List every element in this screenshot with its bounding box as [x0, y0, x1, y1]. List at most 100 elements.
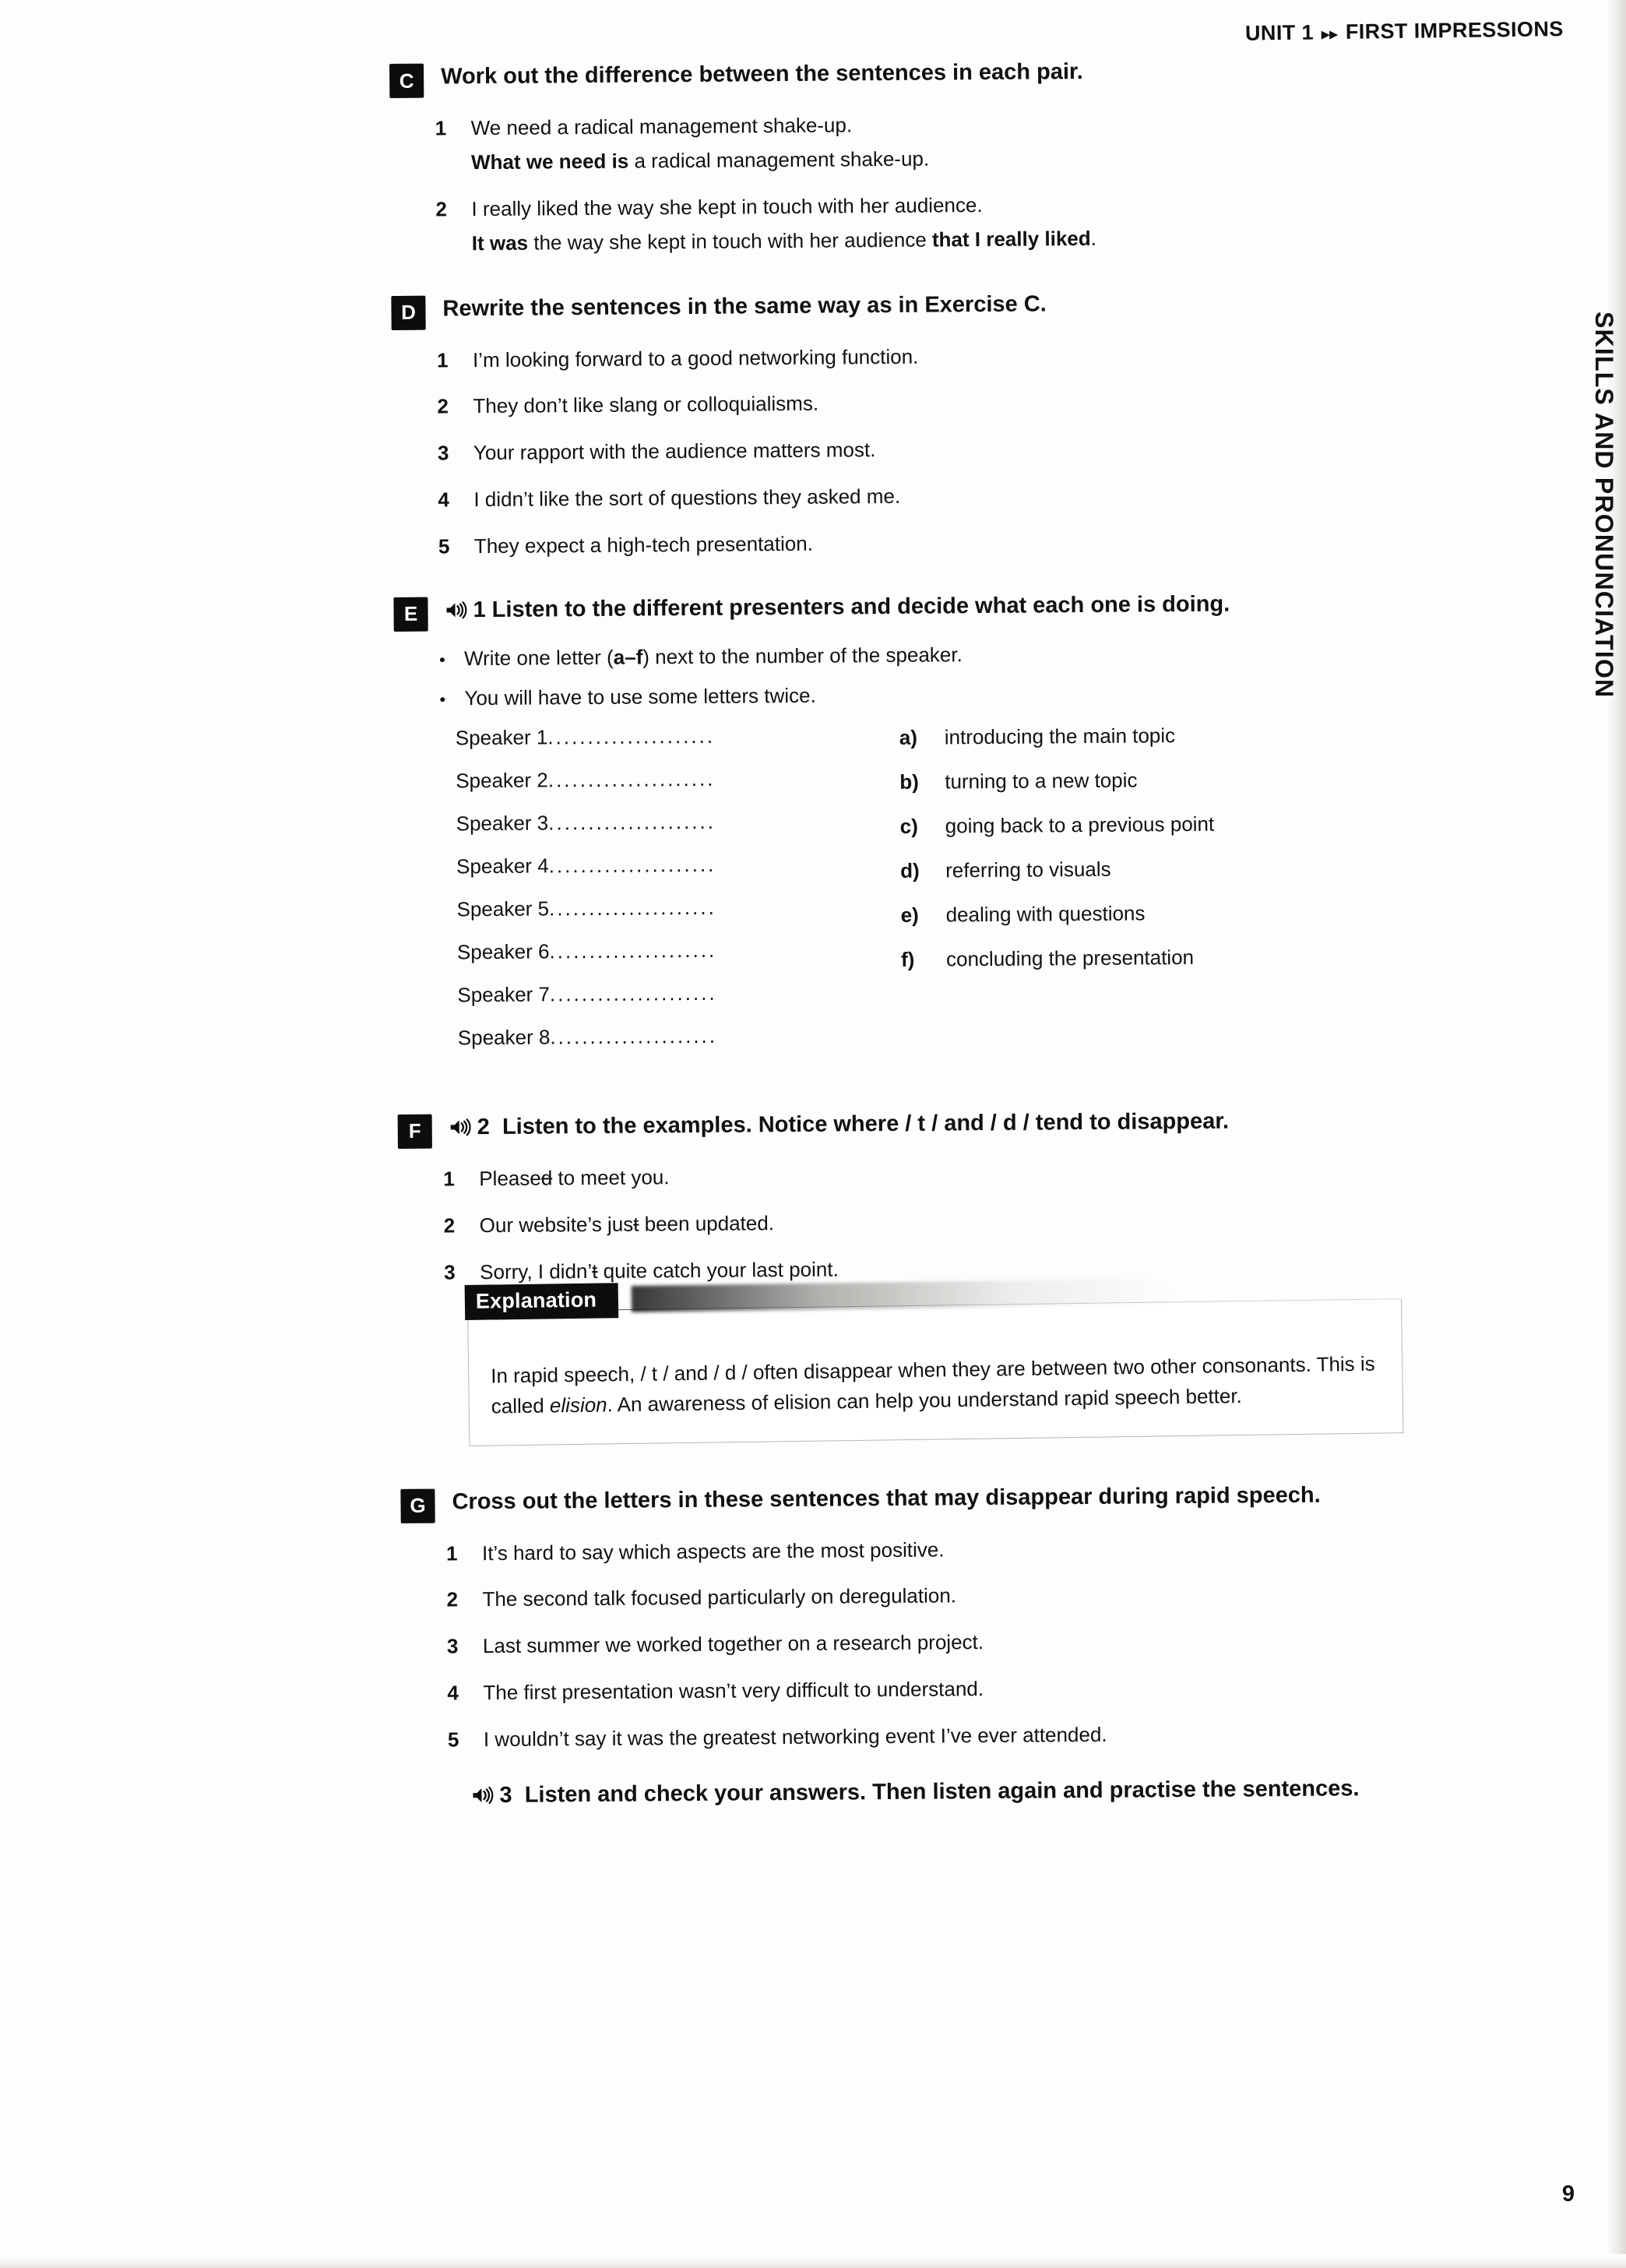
speaker-answer-line[interactable]: Speaker 7..................... — [457, 981, 823, 1008]
page-sheet: UNIT 1 ▸▸ FIRST IMPRESSIONS SKILLS AND PRO… — [0, 0, 1626, 2268]
option-item: e) dealing with questions — [901, 900, 1384, 928]
list-item: 2 They don’t like slang or colloquialisms… — [437, 385, 1498, 421]
option-text: dealing with questions — [945, 901, 1146, 927]
item-text: They expect a high-tech presentation. — [473, 531, 814, 558]
dot-leader: ..................... — [548, 895, 716, 921]
exercise-d-title: Rewrite the sentences in the same way as… — [442, 291, 1047, 321]
list-item[interactable]: 3 Last summer we worked together on a res… — [447, 1625, 1508, 1661]
option-text: going back to a previous point — [945, 812, 1215, 838]
list-item[interactable]: 5 I wouldn’t say it was the greatest netw… — [448, 1718, 1508, 1755]
item-line-1: I really liked the way she kept in touch… — [471, 192, 983, 220]
exercise-g-head: G Cross out the letters in these sentenc… — [400, 1478, 1506, 1523]
exercise-letter-badge-f: F — [397, 1114, 432, 1149]
explanation-box: Explanation In rapid speech, / t / and /… — [464, 1277, 1404, 1446]
item-line-2: It was the way she kept in touch with he… — [472, 221, 1497, 257]
exercise-letter-badge-c: C — [389, 63, 424, 98]
final-audio-text: Listen and check your answers. Then list… — [524, 1776, 1360, 1808]
exercise-e-title-text: Listen to the different presenters and d… — [491, 591, 1230, 622]
speaker-answer-line[interactable]: Speaker 5..................... — [456, 895, 822, 922]
speaker-answer-line[interactable]: Speaker 8..................... — [458, 1023, 824, 1051]
item-line-2-bold-2: that I really liked — [931, 226, 1091, 252]
speaker-answer-column: Speaker 1..................... Speaker 2… — [456, 724, 824, 1069]
list-item: 4 I didn’t like the sort of questions the… — [438, 478, 1498, 515]
speaker-answer-line[interactable]: Speaker 2..................... — [456, 766, 822, 794]
list-item: 2 Our website’s just been updated. — [444, 1204, 1505, 1241]
option-item: c) going back to a previous point — [900, 811, 1383, 839]
speaker-answer-line[interactable]: Speaker 3..................... — [456, 809, 822, 836]
option-key: d) — [900, 858, 920, 882]
item-text: I wouldn’t say it was the greatest netwo… — [483, 1722, 1107, 1752]
item-post: quite catch your last point. — [597, 1257, 839, 1283]
section-side-tab: SKILLS AND PRONUNCIATION — [1590, 312, 1618, 699]
bullet-post: ) next to the number of the speaker. — [642, 643, 963, 669]
scan-edge-bottom — [0, 2254, 1626, 2268]
dot-leader: ..................... — [548, 809, 716, 835]
speaker-answer-line[interactable]: Speaker 6..................... — [457, 938, 823, 965]
item-number: 2 — [446, 1587, 459, 1611]
option-column: a) introducing the main topic b) turning t… — [899, 719, 1385, 1065]
speaker-label: Speaker 7 — [457, 982, 551, 1007]
dot-leader: ..................... — [547, 766, 716, 792]
option-key: e) — [900, 903, 919, 927]
item-text: Your rapport with the audience matters m… — [473, 438, 876, 465]
exercise-e-bullets: • Write one letter (a–f) next to the num… — [439, 639, 1501, 713]
item-number: 5 — [447, 1727, 459, 1752]
running-head-unit: UNIT 1 — [1245, 20, 1315, 45]
struck-letter: d — [540, 1166, 553, 1190]
content-column: C Work out the difference between the se… — [389, 54, 1509, 1822]
item-line-2-bold: What we need is — [470, 149, 629, 174]
list-item[interactable]: 4 The first presentation wasn’t very diff… — [447, 1671, 1508, 1708]
exercise-letter-badge-d: D — [391, 295, 426, 330]
speaker-answer-line[interactable]: Speaker 4..................... — [456, 852, 822, 879]
item-pre: Our website’s jus — [479, 1212, 634, 1237]
item-number: 3 — [437, 441, 449, 465]
item-number: 1 — [435, 116, 447, 140]
running-head: UNIT 1 ▸▸ FIRST IMPRESSIONS — [1245, 17, 1564, 46]
exercise-c-items: 1 We need a radical management shake-up.… — [435, 107, 1497, 258]
bullet-pre: Write one letter ( — [463, 645, 614, 671]
exercise-letter-badge-e: E — [393, 597, 428, 632]
bullet-item: • You will have to use some letters twic… — [439, 678, 1500, 713]
exercise-f-title-text: Listen to the examples. Notice where / t… — [502, 1108, 1230, 1139]
dot-leader: ..................... — [549, 981, 717, 1006]
exercise-d-head: D Rewrite the sentences in the same way … — [391, 285, 1497, 330]
exercise-e: E 1 Listen to the different presenters a… — [393, 587, 1503, 1069]
item-number: 3 — [444, 1260, 456, 1284]
item-text: I didn’t like the sort of questions they… — [473, 484, 901, 512]
exercise-d: D Rewrite the sentences in the same way … — [391, 285, 1499, 562]
option-key: a) — [899, 725, 918, 749]
exercise-f-title: 2 Listen to the examples. Notice where /… — [449, 1106, 1230, 1144]
item-line-2: What we need is a radical management sha… — [471, 141, 1496, 177]
option-item: f) concluding the presentation — [901, 944, 1384, 972]
item-number: 3 — [446, 1634, 459, 1658]
bullet-bold: a–f — [613, 645, 643, 669]
item-number: 1 — [443, 1167, 455, 1191]
list-item[interactable]: 2 The second talk focused particularly on… — [446, 1578, 1507, 1615]
item-line-2-bold: It was — [471, 231, 529, 255]
item-text: We need a radical management shake-up. W… — [471, 107, 1497, 177]
option-item: a) introducing the main topic — [899, 722, 1382, 750]
speaker-icon[interactable] — [471, 1783, 494, 1813]
item-text: I really liked the way she kept in touch… — [471, 188, 1497, 258]
item-line-1: We need a radical management shake-up. — [470, 113, 853, 140]
exercise-d-items: 1 I’m looking forward to a good networkin… — [437, 338, 1499, 561]
speaker-icon[interactable] — [449, 1115, 471, 1144]
option-text: concluding the presentation — [945, 945, 1195, 971]
item-line-2-rest: a radical management shake-up. — [628, 146, 930, 173]
item-text: The first presentation wasn’t very diffi… — [483, 1677, 984, 1705]
option-item: b) turning to a new topic — [899, 766, 1382, 794]
item-number: 4 — [447, 1681, 459, 1705]
option-text: referring to visuals — [945, 857, 1111, 882]
item-text: Pleased to meet you. — [479, 1157, 1504, 1193]
list-item: 1 Pleased to meet you. — [443, 1157, 1504, 1194]
bullet-item: • Write one letter (a–f) next to the num… — [439, 639, 1500, 673]
list-item[interactable]: 1 It’s hard to say which aspects are the … — [446, 1531, 1507, 1568]
speaker-answer-line[interactable]: Speaker 1..................... — [456, 724, 822, 751]
explanation-body-part2: . An awareness of elision can help you u… — [607, 1383, 1242, 1416]
item-line-2-end: . — [1090, 226, 1097, 250]
list-item: 3 Your rapport with the audience matters … — [438, 431, 1498, 468]
explanation-label: Explanation — [464, 1282, 619, 1320]
item-number: 4 — [438, 488, 449, 512]
speaker-icon[interactable] — [445, 597, 467, 627]
exercise-c-head: C Work out the difference between the se… — [389, 54, 1495, 98]
